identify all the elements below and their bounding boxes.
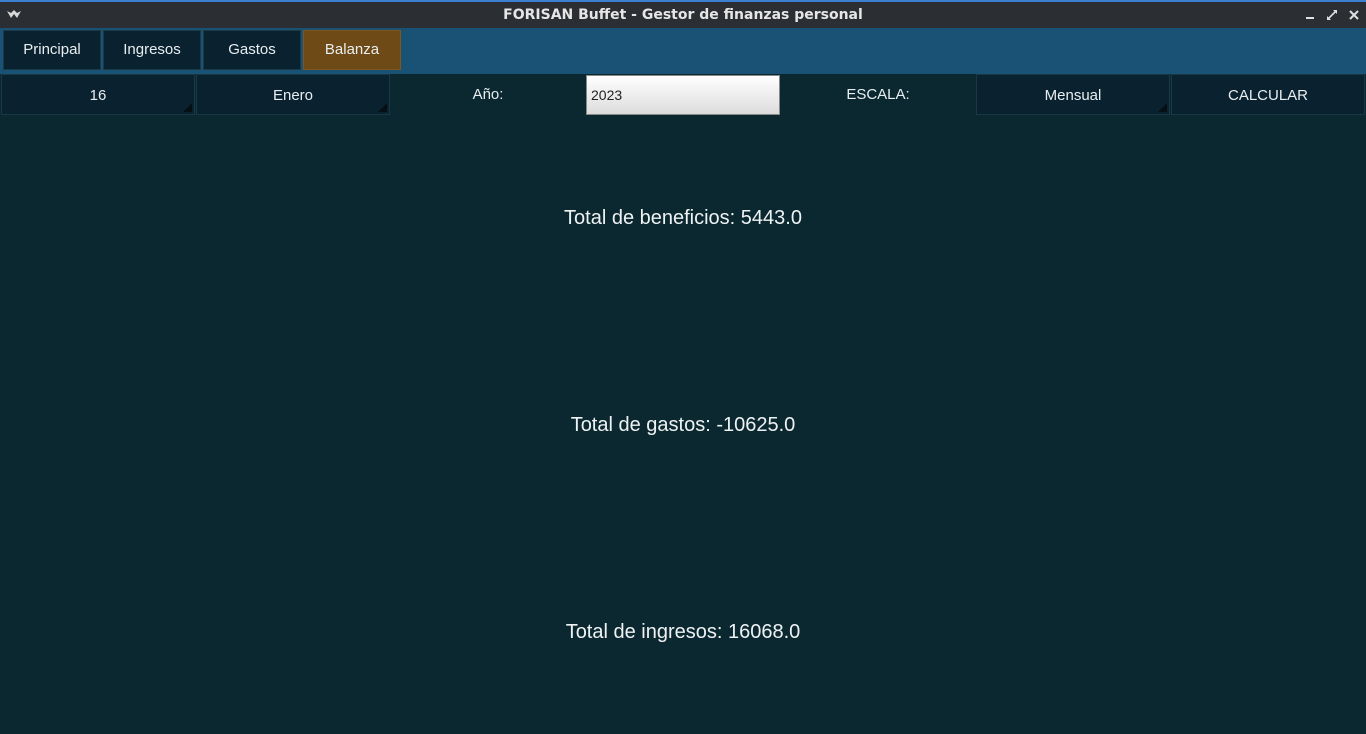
- year-label: Año:: [472, 86, 504, 103]
- total-beneficios: Total de beneficios: 5443.0: [564, 207, 802, 229]
- year-input[interactable]: [586, 75, 780, 115]
- tab-ingresos[interactable]: Ingresos: [103, 30, 201, 70]
- total-gastos: Total de gastos: -10625.0: [570, 414, 796, 436]
- minimize-icon[interactable]: [1302, 7, 1318, 23]
- window-title: FORISAN Buffet - Gestor de finanzas pers…: [503, 7, 863, 23]
- day-dropdown[interactable]: 16: [1, 74, 195, 115]
- scale-dropdown[interactable]: Mensual: [976, 74, 1170, 115]
- scale-label: ESCALA:: [846, 86, 910, 103]
- tab-bar: Principal Ingresos Gastos Balanza: [0, 28, 1366, 74]
- tab-principal[interactable]: Principal: [3, 30, 101, 70]
- calculate-button[interactable]: CALCULAR: [1171, 74, 1365, 115]
- title-bar[interactable]: FORISAN Buffet - Gestor de finanzas pers…: [0, 0, 1366, 28]
- app-window: FORISAN Buffet - Gestor de finanzas pers…: [0, 0, 1366, 734]
- tab-gastos[interactable]: Gastos: [203, 30, 301, 70]
- total-ingresos: Total de ingresos: 16068.0: [565, 621, 801, 643]
- close-icon[interactable]: [1346, 7, 1362, 23]
- maximize-icon[interactable]: [1324, 7, 1340, 23]
- controls-row: 16 Enero Año: ESCALA: Mensual CALCULAR: [0, 74, 1366, 116]
- month-dropdown[interactable]: Enero: [196, 74, 390, 115]
- tab-balanza[interactable]: Balanza: [303, 30, 401, 70]
